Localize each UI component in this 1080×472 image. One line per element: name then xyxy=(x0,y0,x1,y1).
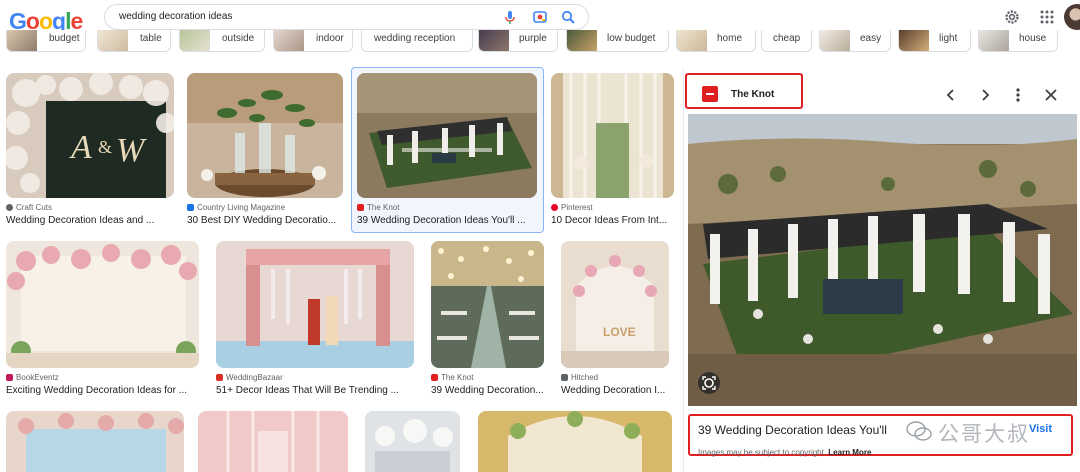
chip-thumbnail xyxy=(899,30,929,51)
chevron-right-icon[interactable] xyxy=(976,86,994,104)
result-title[interactable]: 51+ Decor Ideas That Will Be Trending ..… xyxy=(216,385,414,396)
chip-label: easy xyxy=(860,33,882,44)
result-image-row3-4[interactable] xyxy=(478,411,672,472)
chip-label: table xyxy=(140,33,162,44)
chip-label: house xyxy=(1019,33,1047,44)
camera-lens-icon[interactable] xyxy=(531,8,549,26)
chip-label: wedding reception xyxy=(374,33,456,44)
chip-label: indoor xyxy=(316,33,344,44)
result-image-weddingbazaar[interactable] xyxy=(216,241,414,368)
learn-more-link[interactable]: Learn More xyxy=(828,448,871,457)
chip-label: purple xyxy=(519,33,547,44)
chip-cheap[interactable]: cheap xyxy=(761,30,812,52)
knot-favicon-icon xyxy=(702,86,718,102)
close-icon[interactable] xyxy=(1042,86,1060,104)
result-source: Country Living Magazine xyxy=(187,203,285,212)
result-image-craft-cuts[interactable]: A & W xyxy=(6,73,174,198)
svg-text:A: A xyxy=(69,129,92,166)
preview-title[interactable]: 39 Wedding Decoration Ideas You'll xyxy=(698,423,887,437)
favicon-icon xyxy=(357,204,364,211)
search-input[interactable]: wedding decoration ideas xyxy=(119,11,232,22)
result-image-row3-1[interactable] xyxy=(6,411,184,472)
mic-icon[interactable] xyxy=(501,8,519,26)
result-image-hitched[interactable]: LOVE xyxy=(561,241,669,368)
chip-thumbnail xyxy=(98,30,128,51)
chip-home[interactable]: home xyxy=(676,30,756,52)
result-image-pinterest[interactable] xyxy=(551,73,674,198)
chip-thumbnail xyxy=(479,30,509,51)
chip-thumbnail xyxy=(820,30,850,51)
chip-wedding-reception[interactable]: wedding reception xyxy=(361,30,473,52)
chip-purple[interactable]: purple xyxy=(478,30,558,52)
search-box[interactable]: wedding decoration ideas xyxy=(104,4,589,30)
chip-thumbnail xyxy=(180,30,210,51)
preview-image[interactable] xyxy=(688,114,1077,406)
chip-indoor[interactable]: indoor xyxy=(273,30,353,52)
chip-label: cheap xyxy=(773,33,801,44)
avatar[interactable] xyxy=(1064,4,1080,30)
more-vert-icon[interactable] xyxy=(1009,86,1027,104)
result-image-the-knot[interactable] xyxy=(357,73,537,198)
chip-thumbnail xyxy=(979,30,1009,51)
result-source: Hitched xyxy=(561,373,598,382)
wechat-watermark-icon xyxy=(906,421,932,441)
chip-budget[interactable]: budget xyxy=(6,30,86,52)
visit-button[interactable]: Visit xyxy=(1029,423,1052,435)
result-title[interactable]: Exciting Wedding Decoration Ideas for ..… xyxy=(6,385,199,396)
svg-text:&: & xyxy=(98,137,112,157)
chip-house[interactable]: house xyxy=(978,30,1058,52)
svg-text:LOVE: LOVE xyxy=(603,325,636,339)
chevron-left-icon[interactable] xyxy=(942,86,960,104)
chip-label: low budget xyxy=(607,33,656,44)
result-source: The Knot xyxy=(431,373,473,382)
watermark-text: 公哥大叔 xyxy=(938,422,1030,446)
chip-label: home xyxy=(717,33,743,44)
chip-outside[interactable]: outside xyxy=(179,30,265,52)
chip-low-budget[interactable]: low budget xyxy=(566,30,669,52)
chip-light[interactable]: light xyxy=(898,30,971,52)
svg-text:W: W xyxy=(116,132,147,169)
favicon-icon xyxy=(187,204,194,211)
result-source: Craft Cuts xyxy=(6,203,52,212)
result-source: WeddingBazaar xyxy=(216,373,283,382)
result-source: The Knot xyxy=(357,203,399,212)
result-image-the-knot-2[interactable] xyxy=(431,241,544,368)
favicon-icon xyxy=(561,374,568,381)
favicon-icon xyxy=(6,374,13,381)
chip-label: budget xyxy=(49,33,80,44)
chip-table[interactable]: table xyxy=(97,30,171,52)
preview-source-name[interactable]: The Knot xyxy=(731,89,774,100)
chip-thumbnail xyxy=(677,30,707,51)
result-source: Pinterest xyxy=(551,203,593,212)
result-image-country-living[interactable] xyxy=(187,73,343,198)
favicon-icon xyxy=(431,374,438,381)
chip-label: light xyxy=(939,33,958,44)
gear-icon[interactable] xyxy=(1003,8,1021,26)
result-image-bookeventz[interactable] xyxy=(6,241,199,368)
chip-thumbnail xyxy=(567,30,597,51)
result-title[interactable]: 10 Decor Ideas From Int... xyxy=(551,215,674,226)
result-title[interactable]: 30 Best DIY Wedding Decoratio... xyxy=(187,215,343,226)
copyright-note: Images may be subject to copyright. Lear… xyxy=(698,448,872,457)
favicon-icon xyxy=(6,204,13,211)
result-title[interactable]: 39 Wedding Decoration... xyxy=(431,385,544,396)
lens-search-icon[interactable] xyxy=(698,372,720,394)
result-image-row3-2[interactable] xyxy=(198,411,348,472)
result-title[interactable]: 39 Wedding Decoration Ideas You'll ... xyxy=(357,215,539,226)
search-icon[interactable] xyxy=(559,8,577,26)
result-source: BookEventz xyxy=(6,373,59,382)
chip-thumbnail xyxy=(274,30,304,51)
result-title[interactable]: Wedding Decoration I... xyxy=(561,385,671,396)
favicon-icon xyxy=(551,204,558,211)
chip-label: outside xyxy=(222,33,255,44)
favicon-icon xyxy=(216,374,223,381)
result-title[interactable]: Wedding Decoration Ideas and ... xyxy=(6,215,174,226)
chip-thumbnail xyxy=(7,30,37,51)
chip-easy[interactable]: easy xyxy=(819,30,891,52)
apps-grid-icon[interactable] xyxy=(1038,8,1056,26)
result-image-row3-3[interactable] xyxy=(365,411,460,472)
